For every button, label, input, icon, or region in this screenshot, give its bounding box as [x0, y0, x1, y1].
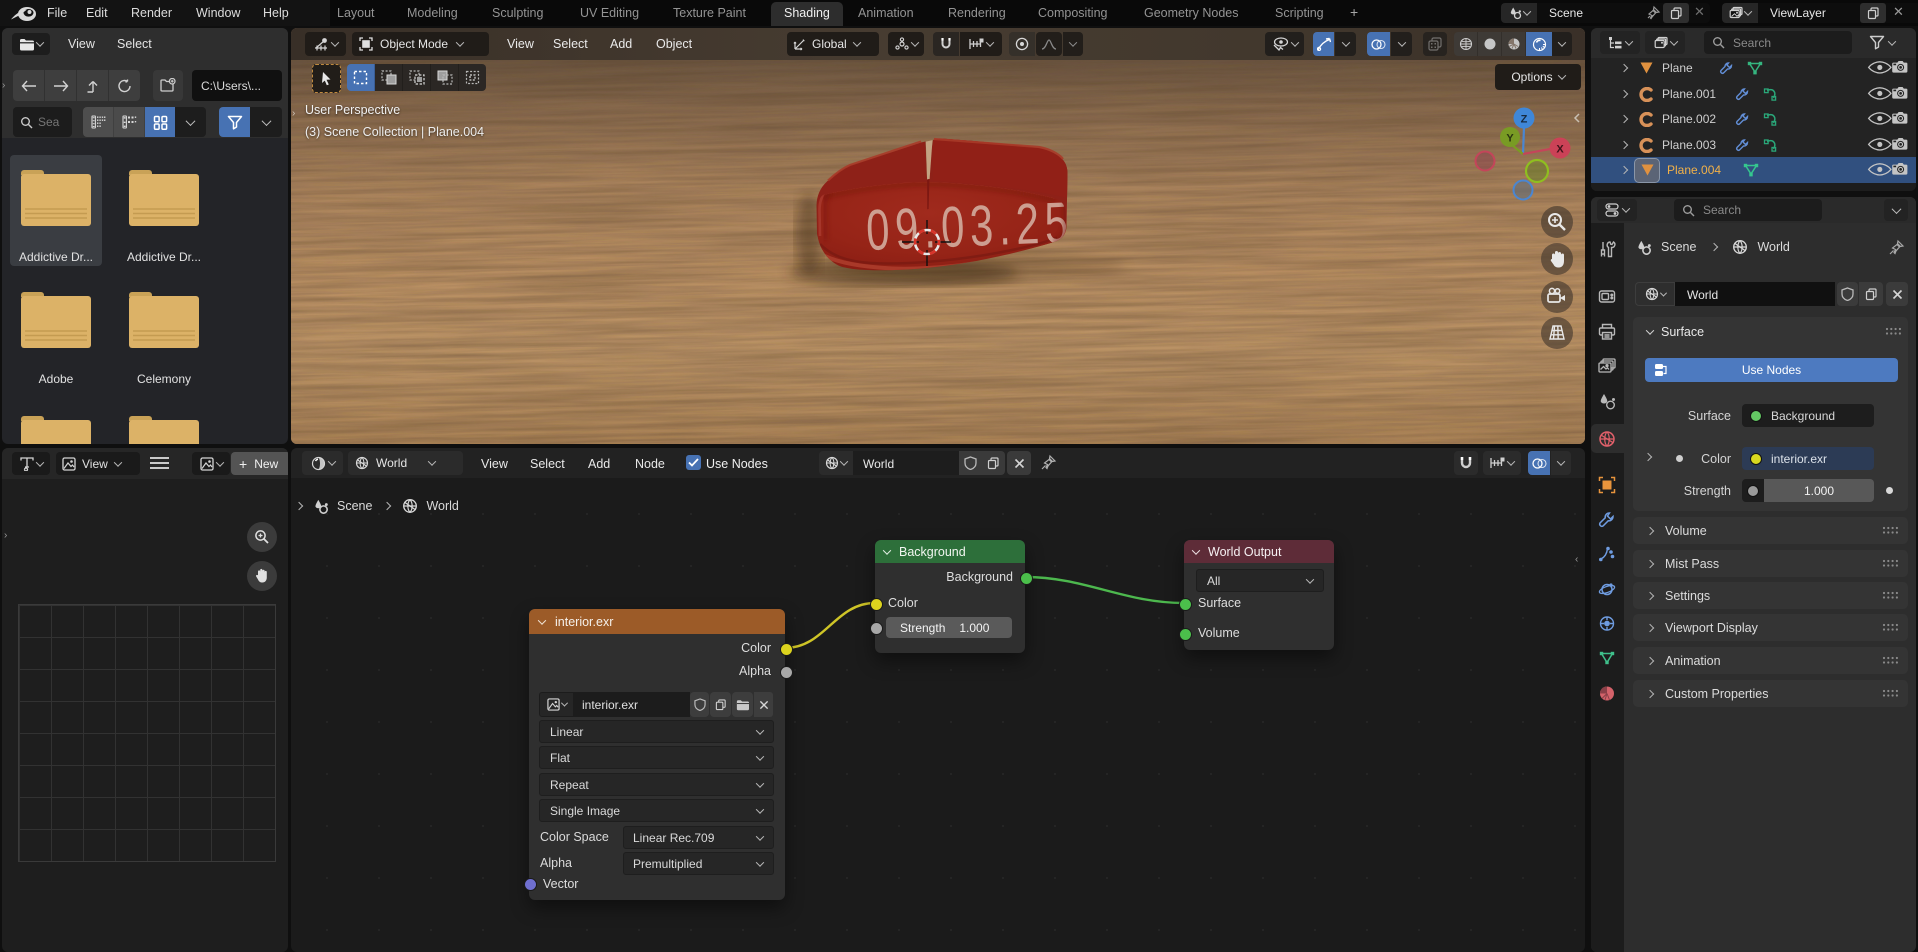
svg-text:Z: Z [1521, 114, 1528, 126]
svg-text:X: X [1556, 144, 1564, 156]
svg-text:Y: Y [1506, 133, 1514, 145]
